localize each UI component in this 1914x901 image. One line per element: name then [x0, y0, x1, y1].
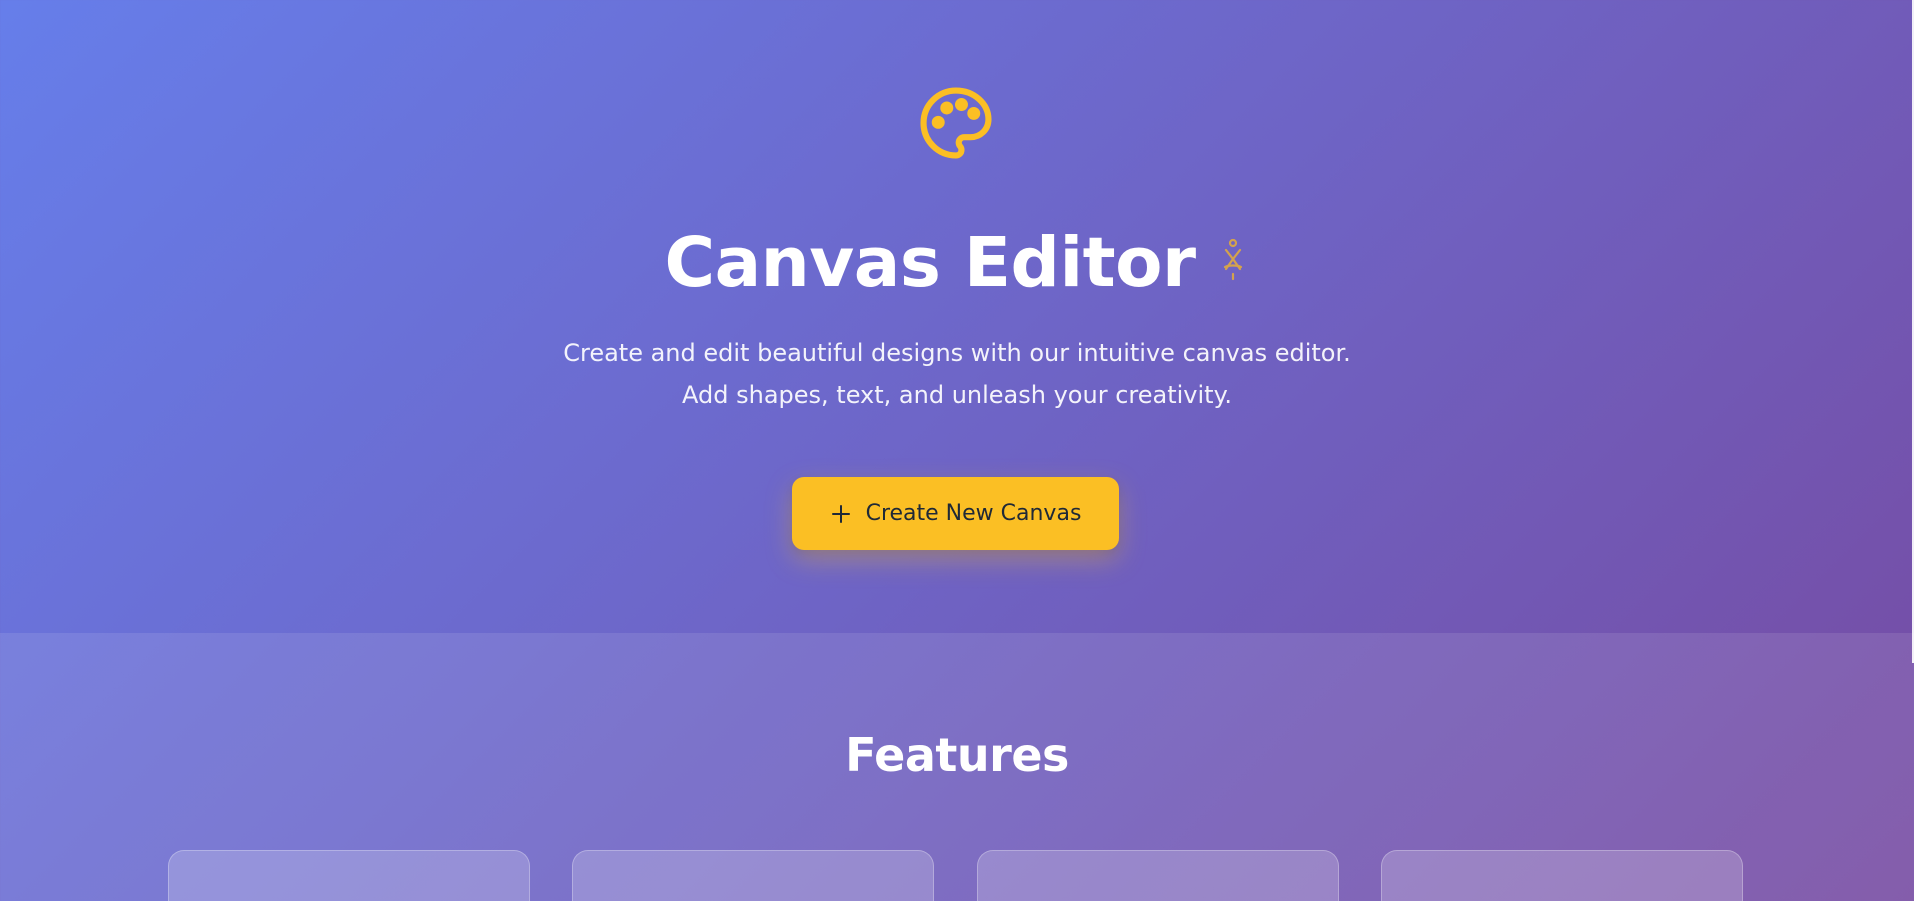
feature-card: [1381, 850, 1743, 901]
feature-card: [977, 850, 1339, 901]
create-new-canvas-button[interactable]: Create New Canvas: [792, 477, 1119, 550]
palette-icon: [920, 87, 992, 159]
subtitle-line-1: Create and edit beautiful designs with o…: [563, 339, 1351, 367]
create-new-canvas-label: Create New Canvas: [865, 501, 1082, 526]
feature-card: [572, 850, 934, 901]
hero-subtitle: Create and edit beautiful designs with o…: [0, 332, 1914, 416]
title-row: Canvas Editor: [0, 218, 1914, 308]
plus-icon: [831, 504, 850, 523]
sparkle-icon: [1223, 238, 1242, 281]
page-title: Canvas Editor: [664, 222, 1196, 303]
features-section: Features: [0, 633, 1914, 901]
subtitle-line-2: Add shapes, text, and unleash your creat…: [682, 381, 1232, 409]
feature-card: [168, 850, 530, 901]
hero-section: Canvas Editor Create and edit beautiful …: [0, 0, 1914, 633]
features-title: Features: [845, 728, 1069, 782]
